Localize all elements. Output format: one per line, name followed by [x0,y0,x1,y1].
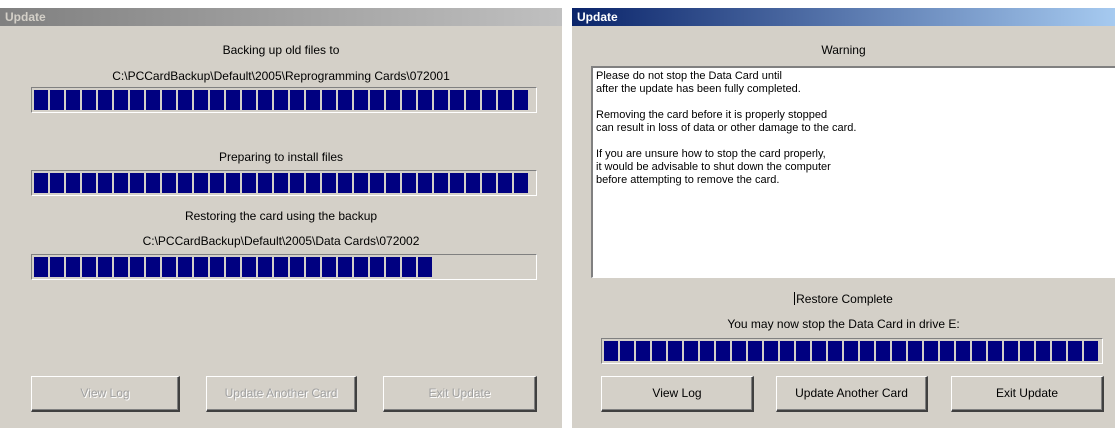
warning-line-2: after the update has been fully complete… [596,83,801,95]
restore-progress-fill [604,341,1098,361]
warning-line-3: Removing the card before it is properly … [596,109,828,121]
status-title-row: Restore Complete [572,292,1115,306]
title-bar[interactable]: Update [0,8,562,26]
backup-progress-fill [34,90,528,110]
warning-line-1: Please do not stop the Data Card until [596,70,782,82]
update-another-card-button[interactable]: Update Another Card [776,376,928,412]
restore-progress-bar [601,338,1103,364]
title-bar[interactable]: Update [572,8,1115,26]
prepare-progress-fill [34,173,528,193]
warning-paragraph-3: If you are unsure how to stop the card p… [596,148,1113,187]
prepare-progress-bar [31,170,537,196]
update-another-card-button[interactable]: Update Another Card [206,376,357,412]
view-log-button[interactable]: View Log [601,376,754,412]
text-caret [794,292,796,305]
update-dialog-left: Update Backing up old files to C:\PCCard… [0,8,562,428]
restore-progress-fill [34,257,432,277]
warning-line-7: before attempting to remove the card. [596,174,780,186]
warning-line-5: If you are unsure how to stop the card p… [596,148,826,160]
backup-heading: Backing up old files to [222,43,340,57]
backup-progress-bar [31,87,537,113]
warning-paragraph-1: Please do not stop the Data Card until a… [596,70,1113,96]
exit-update-button[interactable]: Exit Update [951,376,1104,412]
restore-path: C:\PCCardBackup\Default\2005\Data Cards\… [142,234,420,248]
prepare-heading: Preparing to install files [218,150,344,164]
view-log-button[interactable]: View Log [31,376,180,412]
warning-paragraph-2: Removing the card before it is properly … [596,109,1113,135]
exit-update-button[interactable]: Exit Update [383,376,537,412]
warning-heading: Warning [821,43,866,57]
update-dialog-right: Update Warning Please do not stop the Da… [572,8,1115,428]
status-message: You may now stop the Data Card in drive … [727,317,960,331]
warning-line-6: it would be advisable to shut down the c… [596,161,831,173]
warning-line-4: can result in loss of data or other dama… [596,122,857,134]
backup-path: C:\PCCardBackup\Default\2005\Reprogrammi… [112,69,450,83]
warning-text-box[interactable]: Please do not stop the Data Card until a… [591,66,1115,278]
restore-heading: Restoring the card using the backup [184,209,378,223]
restore-progress-bar [31,254,537,280]
status-title: Restore Complete [796,292,893,306]
